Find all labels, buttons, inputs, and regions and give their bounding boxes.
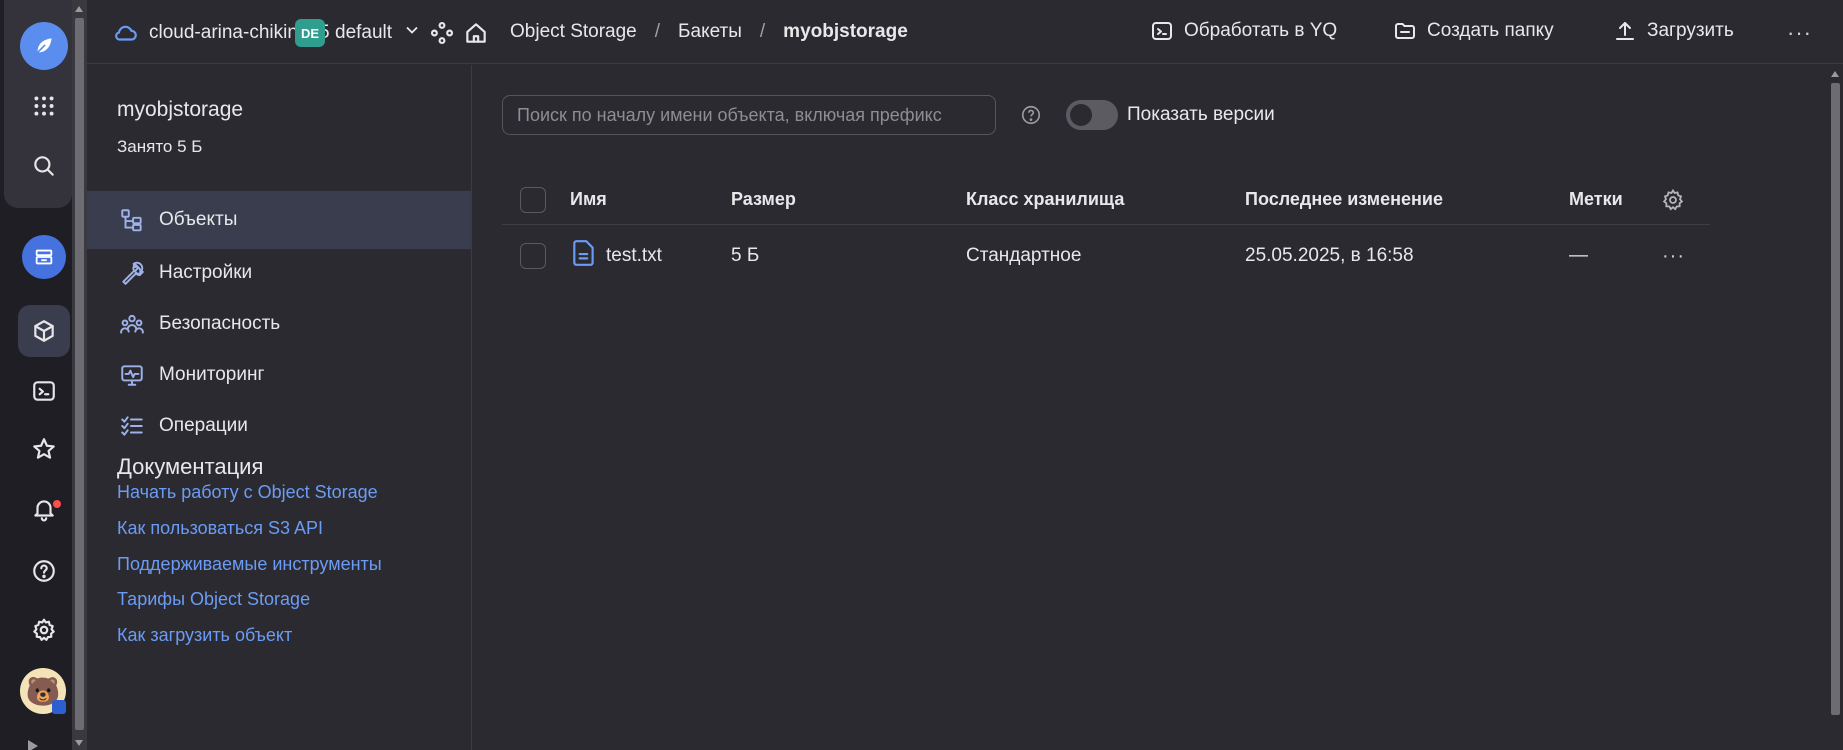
folder-badge: DE <box>295 19 325 47</box>
wrench-icon <box>122 261 144 285</box>
row-checkbox[interactable] <box>520 243 546 269</box>
table-row[interactable]: test.txt 5 Б Стандартное 25.05.2025, в 1… <box>502 225 1710 287</box>
expand-arrow-icon[interactable] <box>28 740 38 750</box>
nav-item-security[interactable]: Безопасность <box>87 295 471 353</box>
object-name: test.txt <box>606 245 662 266</box>
nav-item-label: Объекты <box>159 209 238 230</box>
docs-title: Документация <box>117 454 264 479</box>
nav-item-label: Безопасность <box>159 313 281 334</box>
table-header: Имя Размер Класс хранилища Последнее изм… <box>502 175 1710 225</box>
row-select-cell <box>520 225 546 287</box>
file-icon <box>572 239 596 273</box>
notification-dot <box>53 500 61 508</box>
breadcrumb-separator: / <box>759 21 766 42</box>
chevron-down-icon <box>402 20 422 46</box>
help-icon[interactable] <box>18 545 70 597</box>
folder-name: default <box>335 22 393 43</box>
upload-label: Загрузить <box>1647 20 1734 41</box>
help-circle-icon[interactable] <box>1020 104 1042 126</box>
avatar-badge <box>52 700 66 714</box>
docs-link[interactable]: Поддерживаемые инструменты <box>117 554 382 575</box>
bell-icon[interactable] <box>18 483 70 535</box>
nav-item-label: Настройки <box>159 262 253 283</box>
scroll-down-icon[interactable] <box>75 740 83 746</box>
objects-tree-icon <box>121 209 142 232</box>
select-all-checkbox[interactable] <box>520 186 546 213</box>
cloud-icon <box>115 25 137 41</box>
process-yq-label: Обработать в YQ <box>1184 20 1338 41</box>
object-storage-cube-icon[interactable] <box>18 305 70 357</box>
storage-service-icon[interactable] <box>22 235 66 279</box>
objects-table: Имя Размер Класс хранилища Последнее изм… <box>502 175 1710 287</box>
select-all-cell <box>520 175 546 224</box>
create-folder-button[interactable]: Создать папку <box>1393 19 1554 43</box>
bucket-name: myobjstorage <box>117 98 244 121</box>
yandex-cloud-logo[interactable] <box>20 22 68 70</box>
process-yq-button[interactable]: Обработать в YQ <box>1150 19 1337 43</box>
top-header: cloud-arina-chikina05 DE default Object … <box>87 0 1843 64</box>
nav-item-label: Мониторинг <box>159 364 265 385</box>
users-icon <box>120 314 144 334</box>
rail-scrollbar[interactable] <box>72 0 87 750</box>
bucket-sidebar: myobjstorage Занято 5 Б Объекты Настройк… <box>87 65 472 750</box>
object-modified: 25.05.2025, в 16:58 <box>1245 245 1414 266</box>
toggle-knob <box>1070 104 1092 126</box>
scroll-thumb[interactable] <box>75 18 84 730</box>
leaf-icon <box>36 38 52 54</box>
scroll-up-icon[interactable] <box>75 6 83 12</box>
monitor-icon <box>121 365 143 386</box>
bucket-usage: Занято 5 Б <box>117 137 203 156</box>
breadcrumb-separator: / <box>654 21 661 42</box>
column-header-size[interactable]: Размер <box>731 175 796 224</box>
scroll-up-icon[interactable] <box>1831 71 1839 77</box>
nav-item-monitoring[interactable]: Мониторинг <box>87 346 471 404</box>
checklist-icon <box>121 416 143 436</box>
main-scrollbar[interactable] <box>1828 65 1843 750</box>
home-icon[interactable] <box>463 20 489 46</box>
docs-link[interactable]: Как загрузить объект <box>117 625 292 646</box>
docs-link[interactable]: Тарифы Object Storage <box>117 589 310 610</box>
object-search-input[interactable] <box>502 95 996 135</box>
docs-link[interactable]: Как пользоваться S3 API <box>117 518 323 539</box>
star-icon[interactable] <box>18 423 70 475</box>
object-labels: — <box>1569 245 1588 266</box>
nav-item-label: Операции <box>159 415 248 436</box>
object-storage-class: Стандартное <box>966 245 1082 266</box>
folder-selector[interactable]: DE default <box>295 19 422 47</box>
nav-item-objects[interactable]: Объекты <box>87 191 471 249</box>
upload-icon <box>1616 22 1634 40</box>
scroll-thumb[interactable] <box>1831 83 1840 715</box>
folder-icon <box>1395 23 1415 39</box>
column-settings-gear-icon[interactable] <box>1661 175 1685 224</box>
breadcrumb-buckets[interactable]: Бакеты <box>678 21 742 43</box>
show-versions-label: Показать версии <box>1127 104 1275 125</box>
nodes-icon[interactable] <box>429 20 455 46</box>
grid-menu-icon[interactable] <box>18 80 70 132</box>
nav-item-operations[interactable]: Операции <box>87 397 471 455</box>
create-folder-label: Создать папку <box>1427 20 1554 41</box>
column-header-modified[interactable]: Последнее изменение <box>1245 175 1443 224</box>
nav-item-settings[interactable]: Настройки <box>87 244 471 302</box>
terminal-icon[interactable] <box>18 365 70 417</box>
row-more-actions-icon[interactable]: ··· <box>1662 225 1685 287</box>
breadcrumb: Object Storage / Бакеты / myobjstorage <box>510 21 908 43</box>
column-header-labels: Метки <box>1569 189 1623 209</box>
column-header-name[interactable]: Имя <box>570 175 607 224</box>
terminal-icon <box>1152 22 1172 40</box>
column-header-storage-class[interactable]: Класс хранилища <box>966 175 1124 224</box>
docs-link[interactable]: Начать работу с Object Storage <box>117 482 378 503</box>
object-name-cell[interactable]: test.txt <box>572 225 662 287</box>
global-nav-rail: 🐻 <box>0 0 87 750</box>
search-icon[interactable] <box>18 140 70 192</box>
object-size: 5 Б <box>731 245 760 266</box>
show-versions-toggle[interactable] <box>1066 100 1118 130</box>
breadcrumb-current-bucket: myobjstorage <box>783 21 908 42</box>
more-menu-icon[interactable]: ··· <box>1787 20 1812 46</box>
breadcrumb-object-storage[interactable]: Object Storage <box>510 21 637 43</box>
upload-button[interactable]: Загрузить <box>1613 19 1734 43</box>
settings-gear-icon[interactable] <box>18 604 70 656</box>
